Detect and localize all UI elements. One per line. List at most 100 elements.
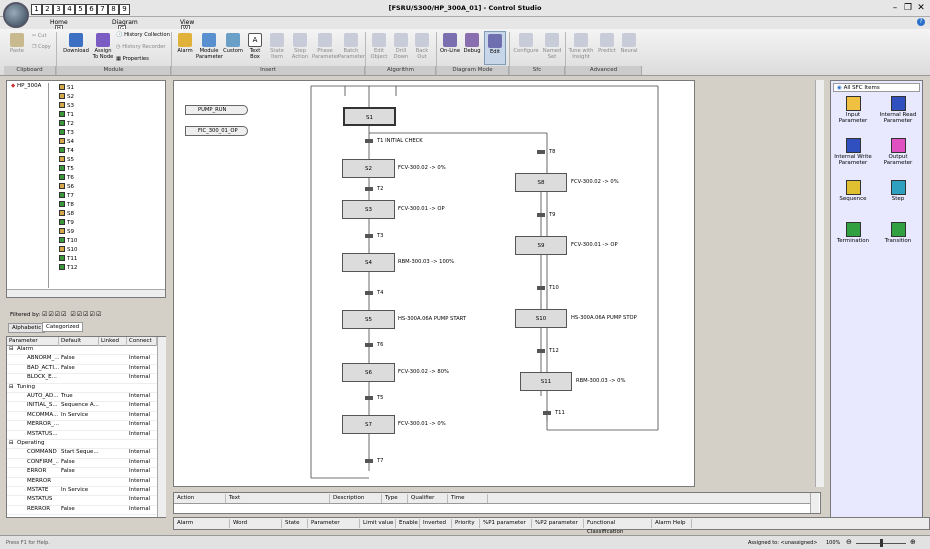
custom-button[interactable]: Custom xyxy=(223,33,243,54)
palette-item-output-parameter[interactable]: Output Parameter xyxy=(878,138,918,166)
transition-t12[interactable] xyxy=(537,349,545,353)
batch-parameter-button[interactable]: Batch Parameter xyxy=(338,33,365,60)
alarm-button[interactable]: Alarm xyxy=(176,33,194,54)
prop-row[interactable]: RERROR False Internal xyxy=(7,506,157,516)
zoom-out-icon[interactable]: ⊖ xyxy=(846,538,852,546)
alarm-header-alarm-help[interactable]: Alarm Help xyxy=(652,519,692,528)
tree-item-T4[interactable]: T4 xyxy=(59,147,74,154)
tree-item-S2[interactable]: S2 xyxy=(59,93,74,100)
tree-item-T11[interactable]: T11 xyxy=(59,255,77,262)
tree-item-T7[interactable]: T7 xyxy=(59,192,74,199)
qat-button-7[interactable]: 7 xyxy=(97,4,108,15)
transition-t3[interactable] xyxy=(365,234,373,238)
action-header-qualifier[interactable]: Qualifier xyxy=(408,494,448,503)
prop-row[interactable]: MCOMMA... In Service Internal xyxy=(7,412,157,422)
action-grid-vscrollbar[interactable] xyxy=(810,493,819,513)
tree-item-S6[interactable]: S6 xyxy=(59,183,74,190)
group-expander-icon[interactable]: ⊟ xyxy=(9,384,14,390)
qat-button-1[interactable]: 1 xyxy=(31,4,42,15)
qat-button-3[interactable]: 3 xyxy=(53,4,64,15)
transition-t8[interactable] xyxy=(537,150,545,154)
action-header-text[interactable]: Text xyxy=(226,494,330,503)
prop-row[interactable]: ⊟ Operating xyxy=(7,440,157,450)
prop-row[interactable]: AUTO_AD... True Internal xyxy=(7,393,157,403)
prop-row[interactable]: ERROR False Internal xyxy=(7,468,157,478)
prop-row[interactable]: INITIAL_S... Sequence A... Internal xyxy=(7,402,157,412)
step-s6[interactable]: S6 xyxy=(342,363,395,382)
transition-t2[interactable] xyxy=(365,187,373,191)
palette-item-internal-write-parameter[interactable]: Internal Write Parameter xyxy=(833,138,873,166)
step-s10[interactable]: S10 xyxy=(515,309,567,328)
alarm-header-priority[interactable]: Priority xyxy=(452,519,480,528)
step-s1[interactable]: S1 xyxy=(343,107,396,126)
copy-button[interactable]: ❐ Copy xyxy=(32,44,51,50)
step-s5[interactable]: S5 xyxy=(342,310,395,329)
transition-t4[interactable] xyxy=(365,291,373,295)
configure-button[interactable]: Configure xyxy=(512,33,540,54)
alarm-header-state[interactable]: State xyxy=(282,519,308,528)
prop-row[interactable]: CONFIRM_... False Internal xyxy=(7,459,157,469)
prop-header-connect[interactable]: Connect xyxy=(127,337,157,346)
prop-row[interactable]: ⊟ Alarm xyxy=(7,346,157,356)
tab-categorized[interactable]: Categorized xyxy=(42,322,84,332)
app-menu-logo[interactable] xyxy=(3,2,29,28)
alarm-header-alarm[interactable]: Alarm xyxy=(174,519,230,528)
canvas-vscrollbar[interactable] xyxy=(815,80,824,487)
tree-item-T10[interactable]: T10 xyxy=(59,237,77,244)
group-expander-icon[interactable]: ⊟ xyxy=(9,440,14,446)
prop-row[interactable]: MSTATUS Internal xyxy=(7,496,157,506)
prop-row[interactable]: BLOCK_E... Internal xyxy=(7,374,157,384)
download-button[interactable]: Download xyxy=(62,33,90,54)
transition-t9[interactable] xyxy=(537,213,545,217)
prop-row[interactable]: MSTATE In Service Internal xyxy=(7,487,157,497)
prop-row[interactable]: MERROR Internal xyxy=(7,478,157,487)
transition-t5[interactable] xyxy=(365,396,373,400)
tree-item-T2[interactable]: T2 xyxy=(59,120,74,127)
prop-row[interactable]: MERROR_... Internal xyxy=(7,421,157,431)
parameter-pump-run[interactable]: PUMP_RUN xyxy=(185,105,248,115)
tree-item-S10[interactable]: S10 xyxy=(59,246,78,253)
text-box-button[interactable]: A Text Box xyxy=(245,33,265,60)
alarm-header-parameter[interactable]: Parameter xyxy=(308,519,360,528)
step-s4[interactable]: S4 xyxy=(342,253,395,272)
prop-row[interactable]: MSTATUS... Internal xyxy=(7,431,157,440)
alarm-header-inverted[interactable]: Inverted xyxy=(420,519,452,528)
tree-root[interactable]: ◆ HP_300A xyxy=(11,83,41,89)
tree-item-S8[interactable]: S8 xyxy=(59,210,74,217)
alarm-header--p2-parameter[interactable]: %P2 parameter xyxy=(532,519,584,528)
zoom-slider-thumb[interactable] xyxy=(880,539,883,547)
transition-t1[interactable] xyxy=(365,139,373,143)
tree-item-T9[interactable]: T9 xyxy=(59,219,74,226)
history-recorder-button[interactable]: ◷ History Recorder xyxy=(116,44,166,50)
history-collection-button[interactable]: 🕒 History Collection xyxy=(116,32,170,38)
tune-with-insight-button[interactable]: Tune with Insight xyxy=(568,33,594,60)
tab-alphabetic[interactable]: Alphabetic xyxy=(8,323,46,333)
group-expander-icon[interactable]: ⊟ xyxy=(9,346,14,352)
neural-button[interactable]: Neural xyxy=(618,33,640,54)
minimize-button[interactable]: – xyxy=(890,3,900,13)
module-parameter-button[interactable]: Module Parameter xyxy=(196,33,223,60)
alarm-header-word[interactable]: Word xyxy=(230,519,282,528)
step-s3[interactable]: S3 xyxy=(342,200,395,219)
tree-item-T8[interactable]: T8 xyxy=(59,201,74,208)
tree-item-S9[interactable]: S9 xyxy=(59,228,74,235)
palette-item-step[interactable]: Step xyxy=(878,180,918,202)
step-s11[interactable]: S11 xyxy=(520,372,572,391)
tree-item-T3[interactable]: T3 xyxy=(59,129,74,136)
transition-t6[interactable] xyxy=(365,343,373,347)
transition-t10[interactable] xyxy=(537,286,545,290)
tree-item-T5[interactable]: T5 xyxy=(59,165,74,172)
action-header-time[interactable]: Time xyxy=(448,494,488,503)
parameter-fic-300-01-op[interactable]: FIC_300_01_OP xyxy=(185,126,248,136)
filter-checkboxes[interactable]: ☑☑☑☑ ☑☑☑☑☑ xyxy=(42,311,102,318)
prop-row[interactable]: COMMAND Start Seque... Internal xyxy=(7,449,157,459)
tree-item-S3[interactable]: S3 xyxy=(59,102,74,109)
tree-item-T6[interactable]: T6 xyxy=(59,174,74,181)
transition-t7[interactable] xyxy=(365,459,373,463)
edit-object-button[interactable]: Edit Object xyxy=(368,33,390,60)
transition-t11[interactable] xyxy=(543,411,551,415)
step-s8[interactable]: S8 xyxy=(515,173,567,192)
sfc-diagram-canvas[interactable]: PUMP_RUN FIC_300_01_OP S1 S2 FCV-300.02 -> 0… xyxy=(173,80,695,487)
properties-vscrollbar[interactable] xyxy=(157,337,166,517)
phase-parameter-button[interactable]: Phase Parameter xyxy=(312,33,339,60)
